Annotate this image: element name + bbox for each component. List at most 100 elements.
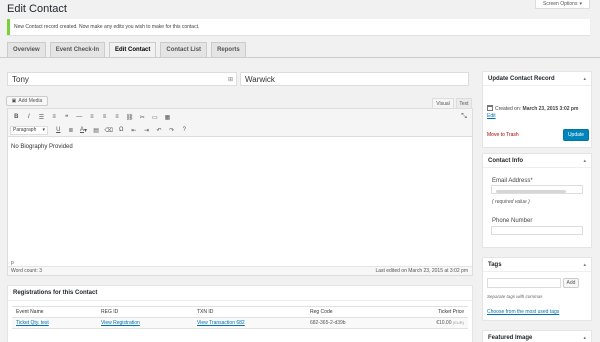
indent-icon[interactable]: ⇥ bbox=[140, 124, 153, 136]
unlink-icon[interactable]: ✂ bbox=[136, 111, 149, 123]
reg-id-cell: View Registration bbox=[97, 317, 193, 329]
tab-overview[interactable]: Overview bbox=[7, 42, 46, 57]
collapse-icon[interactable]: ▴ bbox=[583, 262, 586, 268]
calendar-icon bbox=[487, 105, 493, 111]
tab-reports[interactable]: Reports bbox=[211, 42, 246, 57]
italic-icon[interactable]: I bbox=[23, 111, 36, 123]
align-left-icon[interactable]: ≡ bbox=[86, 111, 99, 123]
format-select[interactable]: Paragraph ▾ bbox=[10, 125, 48, 135]
tags-box: Tags ▴ Add Separate tags with commas Cho… bbox=[482, 257, 592, 321]
justify-icon[interactable]: ≣ bbox=[65, 124, 78, 136]
first-name-field[interactable]: Tony ⊞ bbox=[7, 72, 237, 86]
update-button[interactable]: Update bbox=[563, 129, 589, 141]
read-more-icon[interactable]: ▭ bbox=[149, 111, 162, 123]
redo-icon[interactable]: ↷ bbox=[165, 124, 178, 136]
collapse-icon[interactable]: ▴ bbox=[583, 158, 586, 164]
link-icon[interactable]: ⛓ bbox=[123, 111, 136, 123]
chevron-down-icon: ▾ bbox=[42, 127, 45, 133]
featured-image-box: Featured Image ▴ bbox=[482, 330, 592, 342]
special-character-icon[interactable]: Ω bbox=[115, 124, 128, 136]
help-icon[interactable]: ? bbox=[178, 124, 191, 136]
notice-text: New Contact record created. Now make any… bbox=[14, 24, 200, 30]
tab-edit-contact[interactable]: Edit Contact bbox=[109, 42, 157, 57]
ticket-price-cell: €10.00 (EUR) bbox=[390, 317, 468, 329]
contact-info-box: Contact Info ▴ Email Address* ( required… bbox=[482, 153, 592, 248]
view-registration-link[interactable]: View Registration bbox=[101, 320, 140, 326]
phone-field[interactable] bbox=[491, 226, 583, 235]
align-right-icon[interactable]: ≡ bbox=[111, 111, 124, 123]
editor-status-bar: Word count: 3 Last edited on March 23, 2… bbox=[8, 266, 472, 275]
column-header: REG ID bbox=[97, 306, 193, 318]
contact-info-header[interactable]: Contact Info ▴ bbox=[483, 154, 591, 168]
edit-date-link[interactable]: Edit bbox=[487, 113, 496, 119]
editor-content[interactable]: No Biography Provided bbox=[11, 144, 73, 150]
screen-options-button[interactable]: Screen Options ▾ bbox=[535, 0, 590, 9]
nav-tabs: Overview Event Check-In Edit Contact Con… bbox=[7, 42, 246, 57]
divider bbox=[8, 300, 472, 301]
format-select-value: Paragraph bbox=[13, 127, 37, 133]
most-used-tags-link[interactable]: Choose from the most used tags bbox=[487, 309, 559, 315]
align-center-icon[interactable]: ≡ bbox=[98, 111, 111, 123]
horizontal-rule-icon[interactable]: — bbox=[73, 111, 86, 123]
email-value-redacted bbox=[496, 190, 566, 193]
tags-hint: Separate tags with commas bbox=[487, 294, 543, 299]
biography-editor: B I ☰ ≡ ❝ — ≡ ≡ ≡ ⛓ ✂ ▭ ▦ Paragraph ▾ U … bbox=[7, 108, 473, 276]
table-header-row: Event Name REG ID TXN ID Reg Code Ticket… bbox=[12, 306, 468, 318]
txn-id-cell: View Transaction 682 bbox=[193, 317, 306, 329]
required-note: ( required value ) bbox=[492, 199, 530, 205]
editor-tab-text[interactable]: Text bbox=[456, 98, 472, 108]
last-name-value: Warwick bbox=[245, 74, 275, 84]
word-count: Word count: 3 bbox=[11, 268, 43, 274]
collapse-icon[interactable]: ▴ bbox=[583, 335, 586, 341]
view-transaction-link[interactable]: View Transaction 682 bbox=[197, 320, 245, 326]
add-media-button[interactable]: ▣ Add Media bbox=[6, 96, 48, 106]
registrations-title: Registrations for this Contact bbox=[13, 290, 98, 296]
last-edited: Last edited on March 23, 2015 at 3:02 pm bbox=[375, 268, 468, 274]
registrations-box: Registrations for this Contact Event Nam… bbox=[7, 285, 473, 342]
collapse-icon[interactable]: ▴ bbox=[583, 76, 586, 82]
featured-image-header[interactable]: Featured Image ▴ bbox=[483, 331, 591, 342]
table-row: Ticket Qty. test View Registration View … bbox=[12, 317, 468, 329]
contact-info-title: Contact Info bbox=[488, 157, 523, 164]
column-header: Event Name bbox=[12, 306, 97, 318]
tab-contact-list[interactable]: Contact List bbox=[160, 42, 208, 57]
toolbar-toggle-icon[interactable]: ▦ bbox=[161, 111, 174, 123]
phone-label: Phone Number bbox=[492, 218, 533, 224]
paste-as-text-icon[interactable]: ▤ bbox=[90, 124, 103, 136]
featured-image-title: Featured Image bbox=[488, 334, 533, 341]
column-header: TXN ID bbox=[193, 306, 306, 318]
success-notice: New Contact record created. Now make any… bbox=[7, 19, 590, 35]
numbered-list-icon[interactable]: ≡ bbox=[48, 111, 61, 123]
email-field[interactable] bbox=[491, 185, 583, 194]
media-icon: ▣ bbox=[11, 98, 17, 104]
tab-divider bbox=[0, 57, 600, 58]
clear-formatting-icon[interactable]: ⌫ bbox=[102, 124, 115, 136]
text-color-icon[interactable]: A ▾ bbox=[77, 124, 90, 136]
registrations-table: Event Name REG ID TXN ID Reg Code Ticket… bbox=[12, 306, 468, 329]
editor-tab-visual[interactable]: Visual bbox=[432, 98, 454, 108]
created-label: Created on: bbox=[495, 106, 522, 112]
bold-icon[interactable]: B bbox=[10, 111, 23, 123]
column-header: Ticket Price bbox=[390, 306, 468, 318]
update-record-box: Update Contact Record ▴ Created on: Marc… bbox=[482, 71, 592, 148]
fullscreen-icon[interactable]: ⤡ bbox=[458, 111, 470, 123]
tags-header[interactable]: Tags ▴ bbox=[483, 258, 591, 272]
created-on: Created on: March 23, 2015 3:02 pm bbox=[487, 105, 578, 112]
bulleted-list-icon[interactable]: ☰ bbox=[35, 111, 48, 123]
undo-icon[interactable]: ↶ bbox=[153, 124, 166, 136]
toolbar-row-2: Paragraph ▾ U ≣ A ▾ ▤ ⌫ Ω ⇤ ⇥ ↶ ↷ ? bbox=[10, 124, 191, 136]
page-title: Edit Contact bbox=[7, 3, 67, 15]
first-name-value: Tony bbox=[12, 74, 29, 84]
move-to-trash-link[interactable]: Move to Trash bbox=[487, 132, 519, 138]
add-tag-button[interactable]: Add bbox=[563, 278, 579, 288]
editor-toolbar: B I ☰ ≡ ❝ — ≡ ≡ ≡ ⛓ ✂ ▭ ▦ Paragraph ▾ U … bbox=[8, 109, 472, 137]
update-record-header[interactable]: Update Contact Record ▴ bbox=[483, 72, 591, 86]
tags-input[interactable] bbox=[487, 278, 561, 288]
event-link[interactable]: Ticket Qty. test bbox=[16, 320, 49, 326]
field-options-icon[interactable]: ⊞ bbox=[228, 76, 233, 83]
outdent-icon[interactable]: ⇤ bbox=[128, 124, 141, 136]
underline-icon[interactable]: U bbox=[52, 124, 65, 136]
last-name-field[interactable]: Warwick bbox=[240, 72, 469, 86]
tab-event-check-in[interactable]: Event Check-In bbox=[49, 42, 106, 57]
blockquote-icon[interactable]: ❝ bbox=[60, 111, 73, 123]
